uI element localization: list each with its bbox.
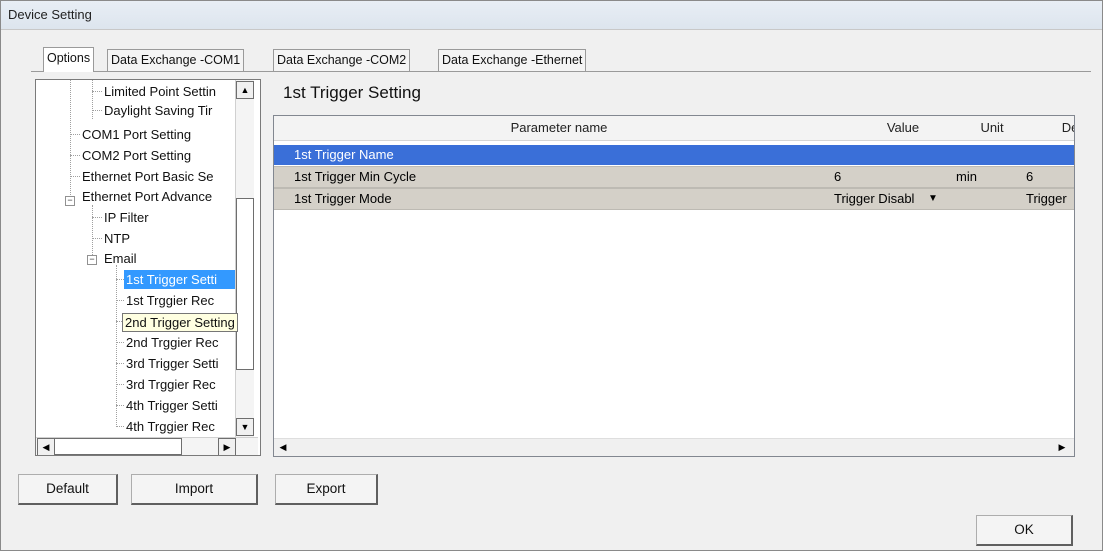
scroll-thumb[interactable]: [236, 198, 254, 370]
tree-connector: [116, 384, 124, 385]
tree-item-2nd-trigger-recipient[interactable]: 2nd Trggier Rec: [124, 333, 221, 352]
import-button[interactable]: Import: [131, 474, 258, 505]
default-button[interactable]: Default: [18, 474, 118, 505]
column-header-unit[interactable]: Unit: [962, 116, 1023, 141]
title-bar: Device Setting: [1, 1, 1102, 30]
cell-value[interactable]: 6: [834, 167, 841, 187]
tree-connector: [92, 80, 93, 119]
cell-unit: min: [956, 169, 977, 184]
cell-default: 6: [1026, 169, 1034, 184]
collapse-icon[interactable]: −: [65, 196, 75, 206]
dropdown-arrow-icon[interactable]: ▼: [926, 189, 940, 209]
tree-item-ethernet-advanced[interactable]: Ethernet Port Advance: [80, 187, 214, 206]
ok-button[interactable]: OK: [976, 515, 1073, 546]
grid-row[interactable]: 1st Trigger Min Cycle 6 min 6: [274, 166, 1074, 188]
column-header-parameter-name[interactable]: Parameter name: [274, 116, 845, 141]
grid-row[interactable]: 1st Trigger Mode Trigger Disabl ▼ Trigge…: [274, 188, 1074, 210]
tree-item-3rd-trigger-recipient[interactable]: 3rd Trggier Rec: [124, 375, 218, 394]
grid-row[interactable]: 1st Trigger Name: [274, 145, 1074, 165]
tree-item-com1-port[interactable]: COM1 Port Setting: [80, 125, 193, 144]
scroll-left-icon[interactable]: ◀: [275, 439, 291, 455]
tree-connector: [116, 279, 124, 280]
cell-value-dropdown[interactable]: Trigger Disabl: [834, 189, 926, 209]
section-title: 1st Trigger Setting: [283, 83, 421, 102]
cell-parameter-name: 1st Trigger Mode: [294, 191, 392, 206]
tree-connector: [70, 134, 80, 135]
tab-options[interactable]: Options: [43, 47, 95, 72]
window-title: Device Setting: [8, 7, 92, 22]
tree-item-ethernet-basic[interactable]: Ethernet Port Basic Se: [80, 167, 216, 186]
scroll-thumb[interactable]: [54, 438, 182, 455]
device-setting-window: Device Setting Options Data Exchange -CO…: [0, 0, 1103, 551]
tree-connector: [116, 405, 124, 406]
tree-connector: [92, 217, 102, 218]
scroll-right-icon[interactable]: ▶: [1054, 439, 1070, 455]
tree-item-4th-trigger-setting[interactable]: 4th Trigger Setti: [124, 396, 220, 415]
parameter-grid[interactable]: Parameter name Value Unit Def 1st Trigge…: [273, 115, 1075, 457]
scroll-down-icon[interactable]: ▼: [236, 418, 254, 436]
tree-item-3rd-trigger-setting[interactable]: 3rd Trigger Setti: [124, 354, 221, 373]
tree-item-2nd-trigger-setting[interactable]: 2nd Trigger Setting: [122, 313, 238, 332]
tree-connector: [92, 91, 102, 92]
tab-data-exchange-com2[interactable]: Data Exchange -COM2: [273, 49, 411, 71]
collapse-icon[interactable]: −: [87, 255, 97, 265]
tree-item-ntp[interactable]: NTP: [102, 229, 132, 248]
tree-vertical-scrollbar[interactable]: ▲ ▼: [235, 80, 254, 437]
grid-horizontal-scrollbar[interactable]: ◀ ▶: [274, 438, 1074, 456]
export-button[interactable]: Export: [275, 474, 378, 505]
tree-item-4th-trigger-recipient[interactable]: 4th Trggier Rec: [124, 417, 217, 436]
tree-item-com2-port[interactable]: COM2 Port Setting: [80, 146, 193, 165]
tree-connector: [116, 363, 124, 364]
tree-connector: [116, 300, 124, 301]
cell-parameter-name: 1st Trigger Min Cycle: [294, 169, 417, 184]
tree-connector: [116, 342, 124, 343]
column-header-value[interactable]: Value: [844, 116, 963, 141]
column-header-default[interactable]: Def: [1022, 116, 1074, 141]
tree-connector: [116, 426, 124, 427]
tree-item-ip-filter[interactable]: IP Filter: [102, 208, 151, 227]
tree-item-limited-point[interactable]: Limited Point Settin: [102, 82, 218, 101]
cell-parameter-name: 1st Trigger Name: [294, 147, 394, 162]
tree-connector: [92, 238, 102, 239]
tree-item-email[interactable]: Email: [102, 249, 139, 268]
tab-data-exchange-ethernet[interactable]: Data Exchange -Ethernet: [438, 49, 587, 71]
tree-item-1st-trigger-setting[interactable]: 1st Trigger Setti: [124, 270, 238, 289]
scroll-up-icon[interactable]: ▲: [236, 81, 254, 99]
tree-connector: [70, 80, 71, 205]
tree-connector: [70, 176, 80, 177]
tree-connector: [70, 155, 80, 156]
tree-item-1st-trigger-recipient[interactable]: 1st Trggier Rec: [124, 291, 216, 310]
scroll-left-icon[interactable]: ◀: [37, 438, 55, 455]
tab-data-exchange-com1[interactable]: Data Exchange -COM1: [107, 49, 245, 71]
settings-tree[interactable]: − − Limited Point Settin Daylight Saving…: [35, 79, 261, 456]
tree-connector: [116, 265, 117, 427]
tree-item-daylight-saving[interactable]: Daylight Saving Tir: [102, 101, 214, 120]
tree-horizontal-scrollbar[interactable]: ◀ ▶: [36, 437, 258, 455]
cell-default: Trigger: [1026, 191, 1067, 206]
scroll-right-icon[interactable]: ▶: [218, 438, 236, 455]
tree-connector: [92, 110, 102, 111]
